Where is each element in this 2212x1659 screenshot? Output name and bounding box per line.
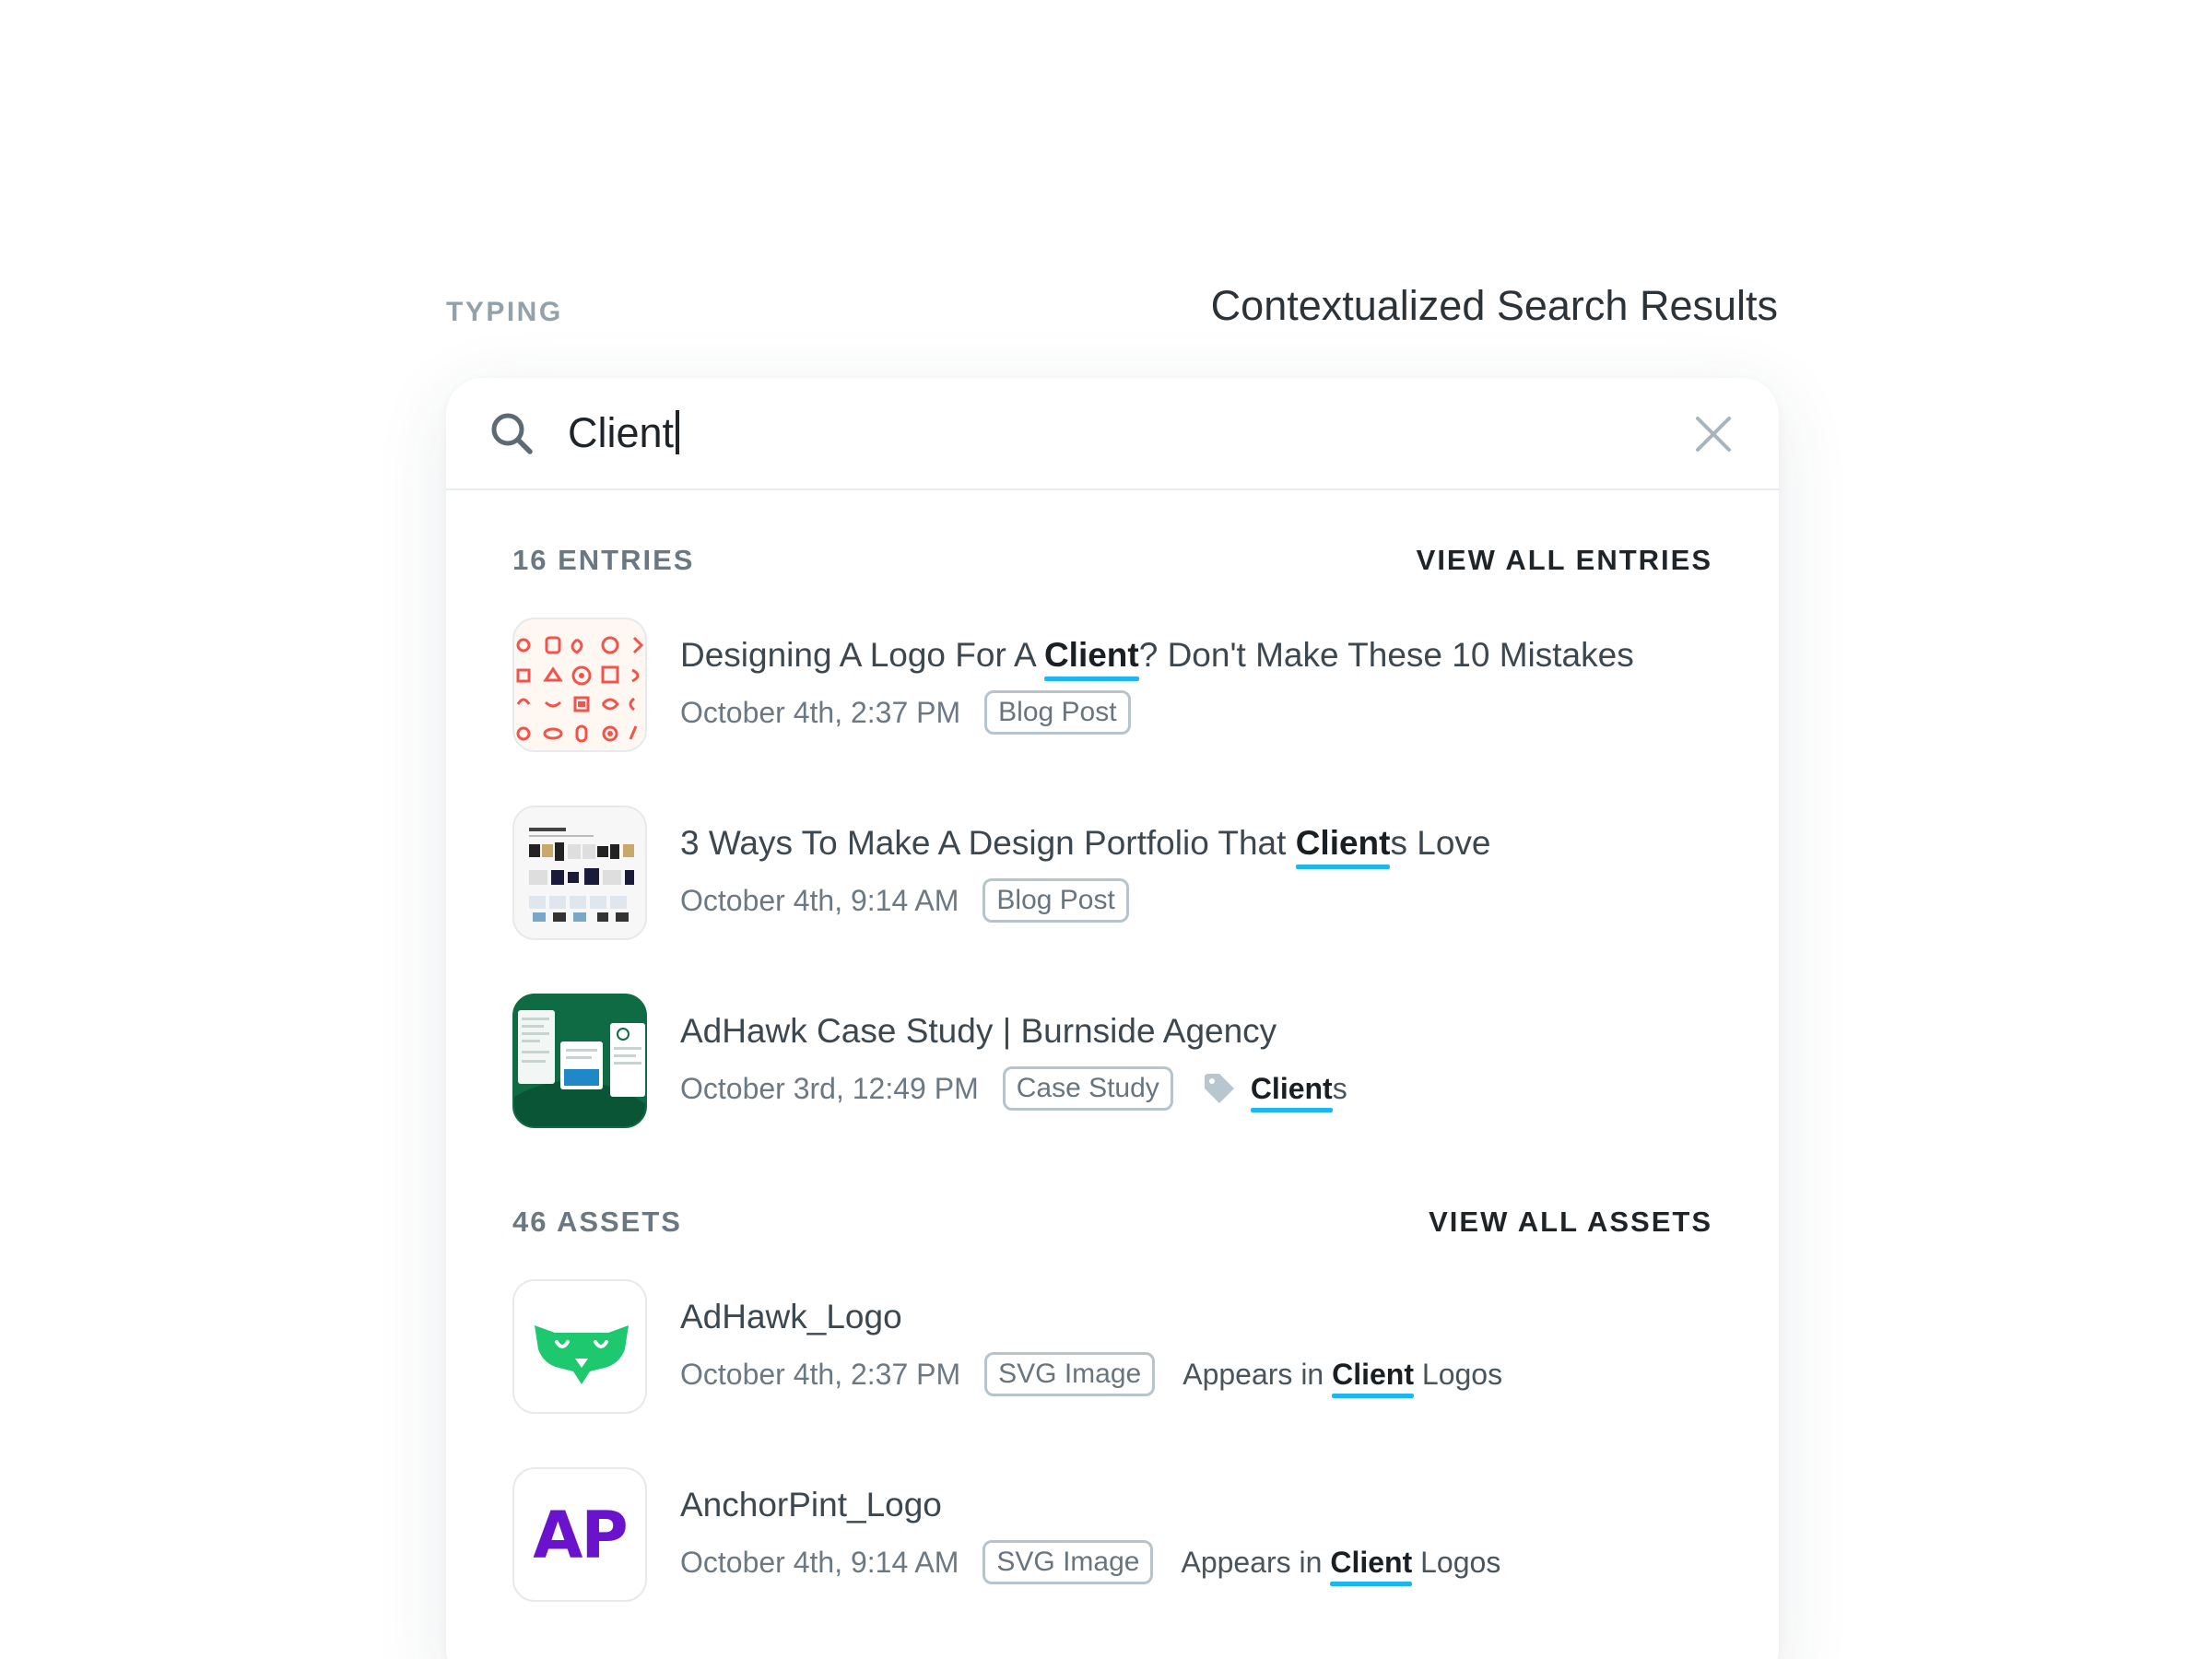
entry-title[interactable]: Designing A Logo For A Client? Don't Mak… (680, 636, 1634, 681)
asset-appears-in: Appears in Client Logos (1181, 1545, 1501, 1586)
entry-meta: October 4th, 2:37 PM Blog Post (680, 689, 1159, 735)
entry-meta: October 4th, 9:14 AM Blog Post (680, 877, 1157, 924)
asset-appears-in: Appears in Client Logos (1182, 1357, 1503, 1398)
page-title: Contextualized Search Results (1210, 282, 1778, 329)
search-match-highlight: Client (1330, 1545, 1413, 1586)
entry-date: October 4th, 9:14 AM (680, 883, 959, 917)
search-panel: Client 16 ENTRIES VIEW ALL ENTRIES Desig… (446, 378, 1779, 1659)
asset-meta: October 4th, 2:37 PM SVG Image Appears i… (680, 1351, 1503, 1398)
entry-title[interactable]: AdHawk Case Study | Burnside Agency (680, 1012, 1277, 1051)
entries-count: 16 ENTRIES (512, 544, 695, 576)
asset-date: October 4th, 2:37 PM (680, 1357, 961, 1391)
view-all-assets-link[interactable]: VIEW ALL ASSETS (1429, 1206, 1712, 1239)
entry-thumbnail (512, 994, 647, 1128)
search-input-text: Client (568, 409, 675, 456)
entry-result[interactable]: Designing A Logo For A Client? Don't Mak… (512, 618, 1712, 756)
search-input[interactable]: Client (568, 406, 680, 461)
asset-result[interactable]: AP AnchorPint_Logo October 4th, 9:14 AM … (512, 1467, 1712, 1606)
assets-count: 46 ASSETS (512, 1206, 682, 1238)
entry-type-badge: Blog Post (982, 878, 1129, 923)
search-match-highlight: Client (1250, 1071, 1333, 1112)
asset-result[interactable]: AdHawk_Logo October 4th, 2:37 PM SVG Ima… (512, 1279, 1712, 1418)
search-match-highlight: Client (1332, 1357, 1414, 1398)
entry-date: October 4th, 2:37 PM (680, 695, 961, 729)
portfolio-thumbnail (529, 828, 634, 922)
entry-type-badge: Blog Post (984, 690, 1131, 735)
mode-label: TYPING (446, 297, 563, 327)
search-bar[interactable]: Client (446, 378, 1779, 490)
logo-grid-thumbnail (516, 636, 644, 743)
asset-type-badge: SVG Image (982, 1540, 1154, 1584)
entry-thumbnail (512, 618, 647, 752)
asset-thumbnail: AP (512, 1467, 647, 1602)
view-all-entries-link[interactable]: VIEW ALL ENTRIES (1417, 544, 1712, 577)
adhawk-owl-logo (535, 1325, 629, 1384)
asset-meta: October 4th, 9:14 AM SVG Image Appears i… (680, 1539, 1501, 1586)
assets-section-header: 46 ASSETS VIEW ALL ASSETS (512, 1206, 1712, 1242)
tag-icon (1204, 1074, 1234, 1103)
entry-tag[interactable]: Clients (1250, 1071, 1347, 1112)
entries-section-header: 16 ENTRIES VIEW ALL ENTRIES (512, 544, 1712, 581)
entry-result[interactable]: AdHawk Case Study | Burnside Agency Octo… (512, 994, 1712, 1132)
search-match-highlight: Client (1043, 636, 1139, 681)
case-study-thumbnail (514, 1010, 645, 1126)
asset-thumbnail (512, 1279, 647, 1414)
asset-title[interactable]: AnchorPint_Logo (680, 1486, 942, 1524)
entry-type-badge: Case Study (1002, 1066, 1173, 1111)
anchorpint-logo: AP (533, 1498, 628, 1573)
asset-date: October 4th, 9:14 AM (680, 1545, 959, 1579)
close-icon[interactable] (1692, 413, 1735, 455)
entry-result[interactable]: 3 Ways To Make A Design Portfolio That C… (512, 806, 1712, 944)
text-caret (676, 410, 680, 454)
entry-date: October 3rd, 12:49 PM (680, 1071, 979, 1105)
asset-type-badge: SVG Image (984, 1352, 1156, 1396)
search-match-highlight: Client (1295, 824, 1391, 869)
entry-meta: October 3rd, 12:49 PM Case Study Clients (680, 1065, 1347, 1112)
search-icon (491, 413, 533, 454)
asset-title[interactable]: AdHawk_Logo (680, 1298, 902, 1336)
entry-thumbnail (512, 806, 647, 940)
entry-title[interactable]: 3 Ways To Make A Design Portfolio That C… (680, 824, 1491, 869)
